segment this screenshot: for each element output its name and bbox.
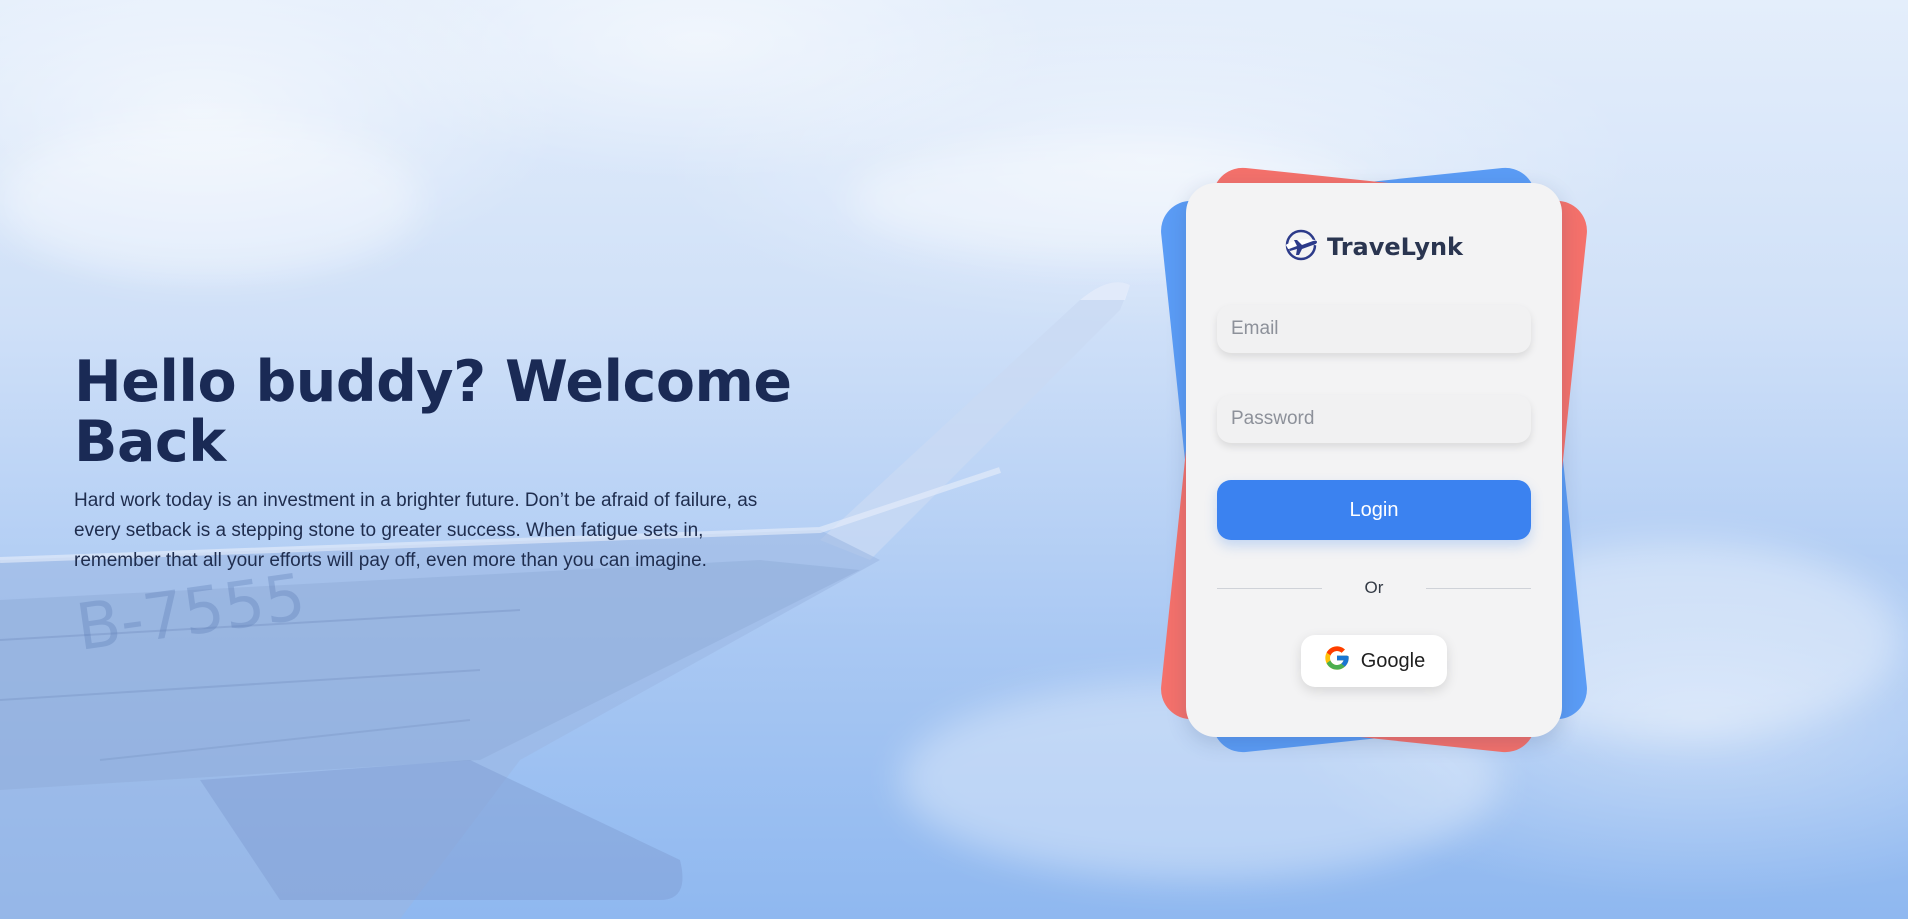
divider-line-right: [1425, 587, 1531, 589]
google-login-button[interactable]: Google: [1301, 635, 1447, 687]
hero-description: Hard work today is an investment in a br…: [74, 490, 758, 571]
password-input[interactable]: [1217, 395, 1531, 443]
airplane-globe-icon: [1285, 229, 1319, 265]
login-button[interactable]: Login: [1217, 480, 1531, 540]
login-card-stack: TraveLynk Login Or Go: [1158, 164, 1590, 756]
google-button-label: Google: [1360, 649, 1426, 672]
divider-label: Or: [1364, 578, 1384, 597]
google-icon: [1323, 644, 1351, 678]
or-divider: Or: [1217, 578, 1531, 598]
brand-header: TraveLynk: [1186, 229, 1562, 265]
login-page: B-7555 Hello buddy? Welcome Back Hard wo…: [0, 0, 1908, 919]
brand-name: TraveLynk: [1326, 233, 1464, 261]
divider-line-left: [1217, 587, 1322, 589]
login-card: TraveLynk Login Or Go: [1186, 183, 1562, 737]
email-input[interactable]: [1217, 305, 1531, 353]
hero-title: Hello buddy? Welcome Back: [74, 349, 792, 475]
hero-section: Hello buddy? Welcome Back Hard work toda…: [74, 352, 794, 576]
